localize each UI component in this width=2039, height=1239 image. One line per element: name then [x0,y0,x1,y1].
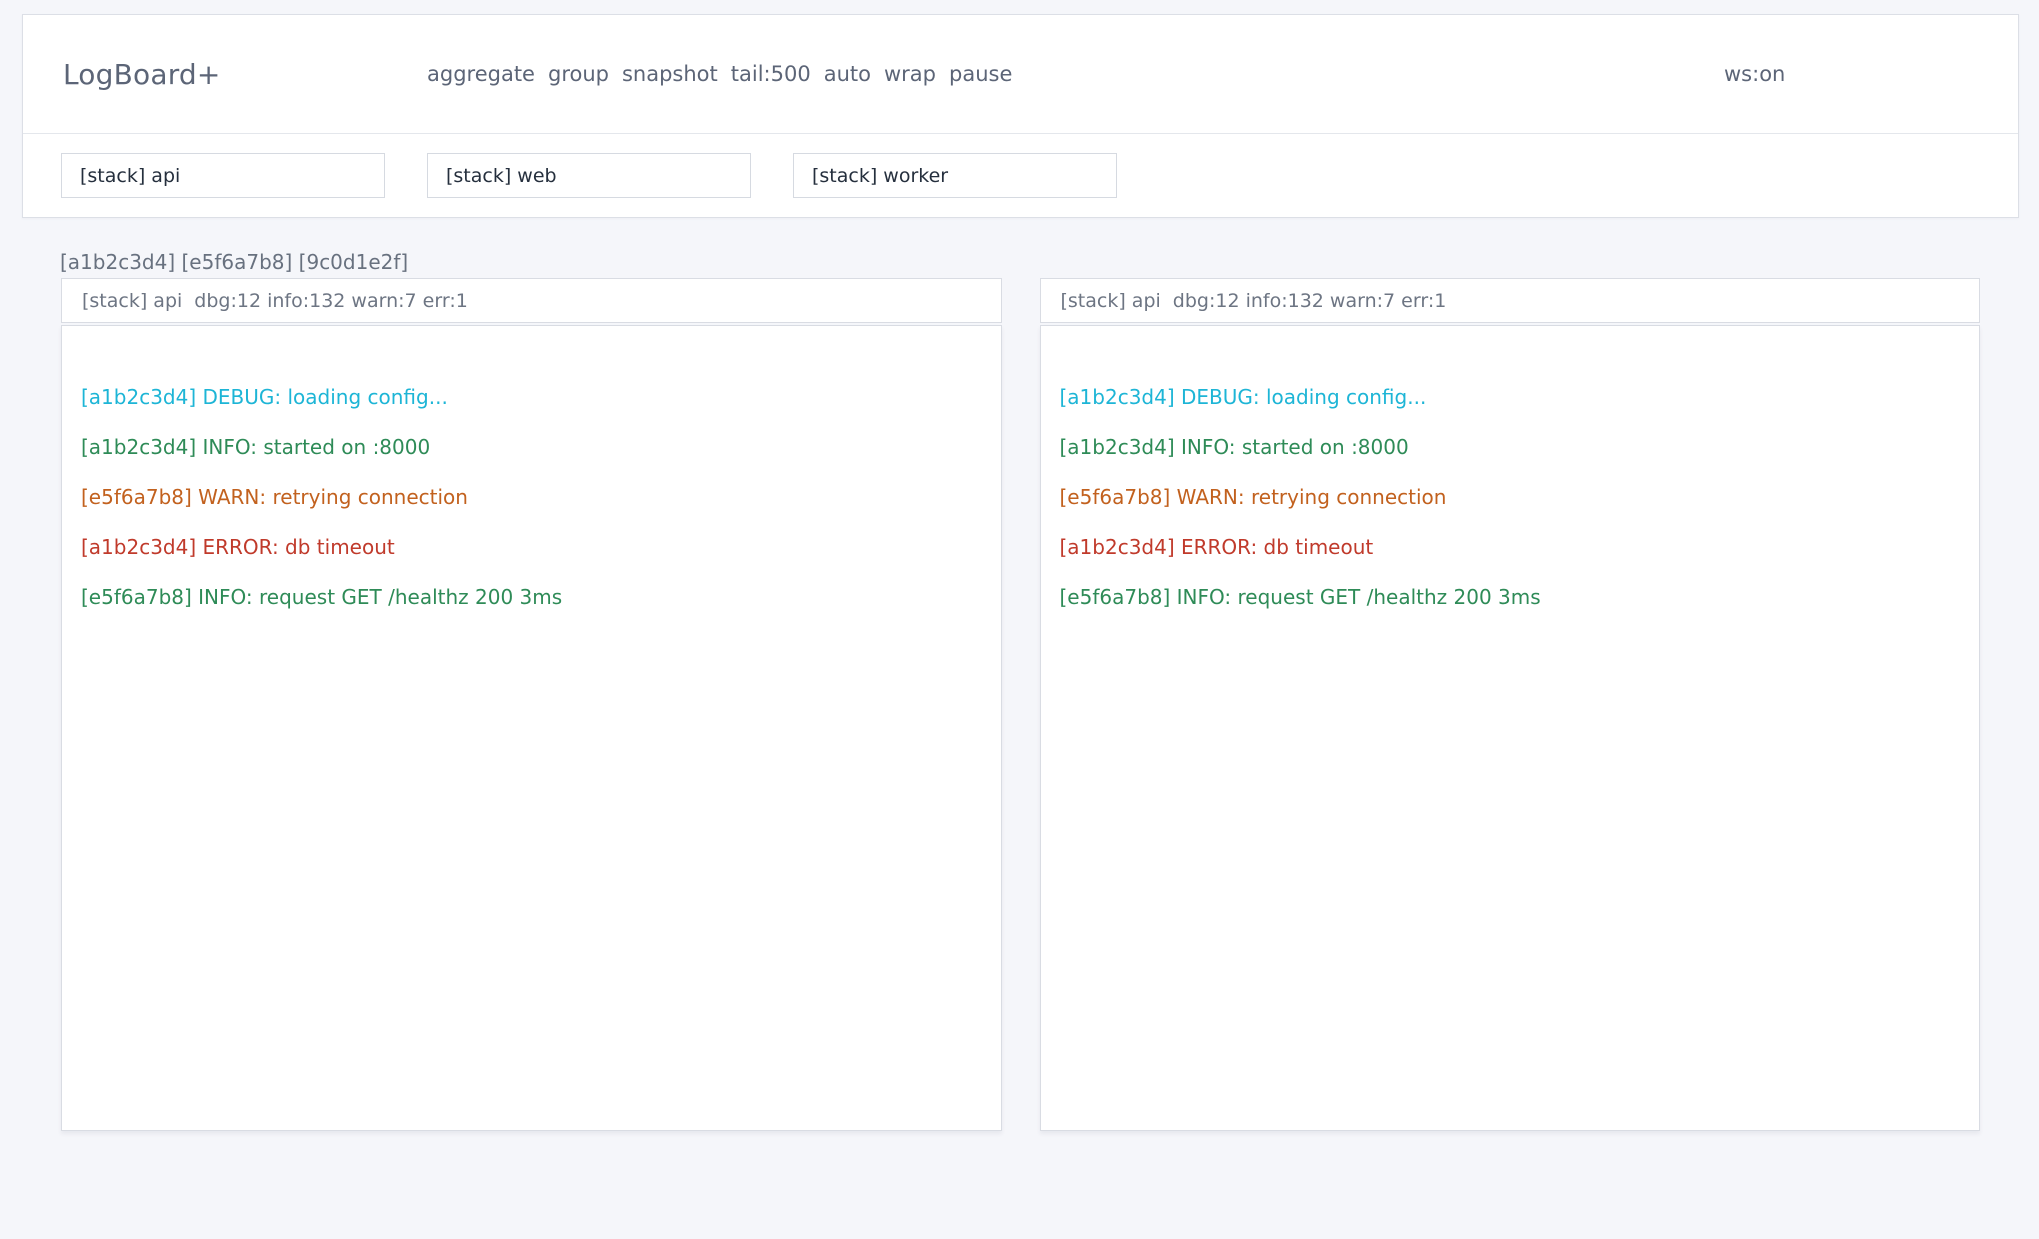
tab-stack-api[interactable]: [stack] api [61,153,385,198]
log-line: [a1b2c3d4] INFO: started on :8000 [81,422,981,472]
menu-item-aggregate[interactable]: aggregate [427,62,535,86]
log-panel-right: [stack] api dbg:12 info:132 warn:7 err:1… [1040,278,1981,1131]
log-panels: [stack] api dbg:12 info:132 warn:7 err:1… [61,278,1980,1131]
log-line: [a1b2c3d4] INFO: started on :8000 [1060,422,1960,472]
log-line: [e5f6a7b8] WARN: retrying connection [81,472,981,522]
panel-stats: dbg:12 info:132 warn:7 err:1 [1173,290,1447,312]
log-line: [e5f6a7b8] INFO: request GET /healthz 20… [81,572,981,622]
log-line: [e5f6a7b8] WARN: retrying connection [1060,472,1960,522]
log-stream[interactable]: [a1b2c3d4] DEBUG: loading config... [a1b… [1040,325,1981,1131]
panel-title: [stack] api [82,290,182,312]
menu-item-pause[interactable]: pause [949,62,1012,86]
stack-tabs-bar: [stack] api [stack] web [stack] worker [23,134,2018,217]
panel-header: [stack] api dbg:12 info:132 warn:7 err:1 [61,278,1002,323]
breadcrumb: [a1b2c3d4] [e5f6a7b8] [9c0d1e2f] [60,248,408,276]
log-panel-left: [stack] api dbg:12 info:132 warn:7 err:1… [61,278,1002,1131]
tab-stack-worker[interactable]: [stack] worker [793,153,1117,198]
tab-stack-web[interactable]: [stack] web [427,153,751,198]
menu-item-group[interactable]: group [548,62,609,86]
log-line: [e5f6a7b8] INFO: request GET /healthz 20… [1060,572,1960,622]
panel-header: [stack] api dbg:12 info:132 warn:7 err:1 [1040,278,1981,323]
menu-item-wrap[interactable]: wrap [884,62,936,86]
log-line: [a1b2c3d4] ERROR: db timeout [1060,522,1960,572]
panel-title: [stack] api [1061,290,1161,312]
toolbar-menu: aggregate group snapshot tail:500 auto w… [427,15,1012,133]
log-line: [a1b2c3d4] DEBUG: loading config... [81,372,981,422]
log-line: [a1b2c3d4] ERROR: db timeout [81,522,981,572]
log-line: [a1b2c3d4] DEBUG: loading config... [1060,372,1960,422]
menu-item-tail[interactable]: tail:500 [731,62,811,86]
menu-item-snapshot[interactable]: snapshot [622,62,718,86]
ws-status-indicator: ws:on [1724,15,1785,133]
app-header: LogBoard+ aggregate group snapshot tail:… [22,14,2019,218]
app-title: LogBoard+ [63,58,221,91]
header-row: LogBoard+ aggregate group snapshot tail:… [23,15,2018,134]
panel-stats: dbg:12 info:132 warn:7 err:1 [194,290,468,312]
log-stream[interactable]: [a1b2c3d4] DEBUG: loading config... [a1b… [61,325,1002,1131]
menu-item-auto[interactable]: auto [824,62,871,86]
